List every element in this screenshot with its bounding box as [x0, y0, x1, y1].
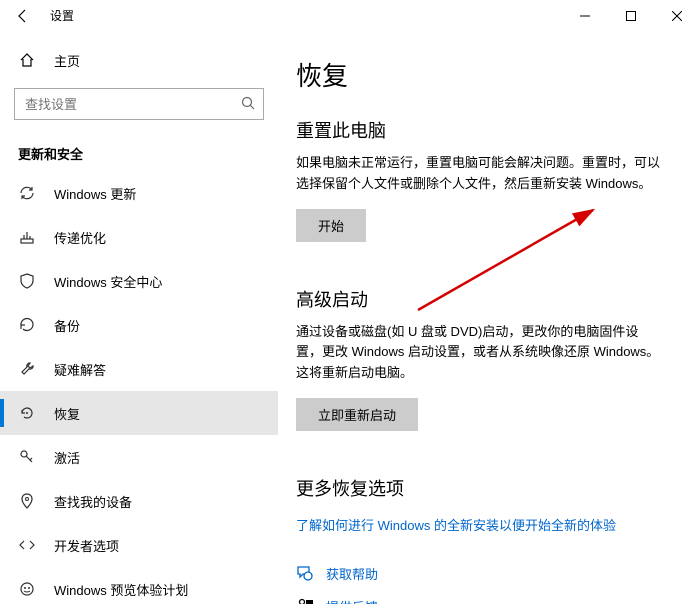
- sidebar-item-troubleshoot[interactable]: 疑难解答: [0, 347, 278, 391]
- feedback-row: 提供反馈: [296, 597, 660, 604]
- reset-pc-desc: 如果电脑未正常运行，重置电脑可能会解决问题。重置时，可以选择保留个人文件或删除个…: [296, 153, 660, 195]
- get-help-link[interactable]: 获取帮助: [326, 564, 378, 583]
- feedback-icon: [296, 597, 314, 604]
- advanced-startup-section: 高级启动 通过设备或磁盘(如 U 盘或 DVD)启动，更改你的电脑固件设置，更改…: [296, 286, 660, 431]
- chat-icon: [296, 564, 314, 582]
- sidebar-item-windows-security[interactable]: Windows 安全中心: [0, 259, 278, 303]
- main-content: 恢复 重置此电脑 如果电脑未正常运行，重置电脑可能会解决问题。重置时，可以选择保…: [278, 32, 700, 604]
- sidebar-item-insider[interactable]: Windows 预览体验计划: [0, 567, 278, 604]
- window-title: 设置: [50, 7, 74, 24]
- search-input[interactable]: [25, 97, 241, 112]
- sidebar-item-label: Windows 预览体验计划: [54, 580, 188, 599]
- home-label: 主页: [54, 51, 80, 70]
- sidebar-item-label: Windows 更新: [54, 184, 136, 203]
- sidebar: 主页 更新和安全 Windows 更新 传递优化 Windows 安全中心: [0, 32, 278, 604]
- sidebar-item-label: 开发者选项: [54, 536, 119, 555]
- reset-start-button[interactable]: 开始: [296, 209, 366, 242]
- feedback-link[interactable]: 提供反馈: [326, 597, 378, 604]
- recovery-icon: [18, 404, 36, 422]
- code-icon: [18, 536, 36, 554]
- page-title: 恢复: [296, 56, 660, 93]
- insider-icon: [18, 580, 36, 598]
- sidebar-item-windows-update[interactable]: Windows 更新: [0, 171, 278, 215]
- fresh-install-link[interactable]: 了解如何进行 Windows 的全新安装以便开始全新的体验: [296, 515, 660, 534]
- sidebar-item-label: 传递优化: [54, 228, 106, 247]
- sidebar-item-find-my-device[interactable]: 查找我的设备: [0, 479, 278, 523]
- search-icon: [241, 96, 255, 113]
- wrench-icon: [18, 360, 36, 378]
- reset-pc-section: 重置此电脑 如果电脑未正常运行，重置电脑可能会解决问题。重置时，可以选择保留个人…: [296, 117, 660, 242]
- sidebar-item-label: 激活: [54, 448, 80, 467]
- sidebar-item-backup[interactable]: 备份: [0, 303, 278, 347]
- restart-now-button[interactable]: 立即重新启动: [296, 398, 418, 431]
- window-controls: [562, 0, 700, 32]
- home-link[interactable]: 主页: [0, 40, 278, 80]
- sidebar-item-developer[interactable]: 开发者选项: [0, 523, 278, 567]
- back-button[interactable]: [14, 7, 32, 25]
- sidebar-item-label: 疑难解答: [54, 360, 106, 379]
- reset-pc-title: 重置此电脑: [296, 117, 660, 143]
- sidebar-item-label: 备份: [54, 316, 80, 335]
- sidebar-item-label: 恢复: [54, 404, 80, 423]
- sync-icon: [18, 184, 36, 202]
- advanced-startup-desc: 通过设备或磁盘(如 U 盘或 DVD)启动，更改你的电脑固件设置，更改 Wind…: [296, 322, 660, 384]
- sidebar-item-delivery-optimization[interactable]: 传递优化: [0, 215, 278, 259]
- key-icon: [18, 448, 36, 466]
- sidebar-item-activation[interactable]: 激活: [0, 435, 278, 479]
- delivery-icon: [18, 228, 36, 246]
- more-recovery-section: 更多恢复选项 了解如何进行 Windows 的全新安装以便开始全新的体验: [296, 475, 660, 534]
- location-icon: [18, 492, 36, 510]
- minimize-button[interactable]: [562, 0, 608, 32]
- get-help-row: 获取帮助: [296, 564, 660, 583]
- backup-icon: [18, 316, 36, 334]
- search-box[interactable]: [14, 88, 264, 120]
- titlebar: 设置: [0, 0, 700, 32]
- shield-icon: [18, 272, 36, 290]
- more-recovery-title: 更多恢复选项: [296, 475, 660, 501]
- advanced-startup-title: 高级启动: [296, 286, 660, 312]
- maximize-button[interactable]: [608, 0, 654, 32]
- sidebar-item-label: Windows 安全中心: [54, 272, 162, 291]
- home-icon: [18, 51, 36, 69]
- close-button[interactable]: [654, 0, 700, 32]
- sidebar-item-label: 查找我的设备: [54, 492, 132, 511]
- sidebar-section-header: 更新和安全: [0, 134, 278, 171]
- sidebar-item-recovery[interactable]: 恢复: [0, 391, 278, 435]
